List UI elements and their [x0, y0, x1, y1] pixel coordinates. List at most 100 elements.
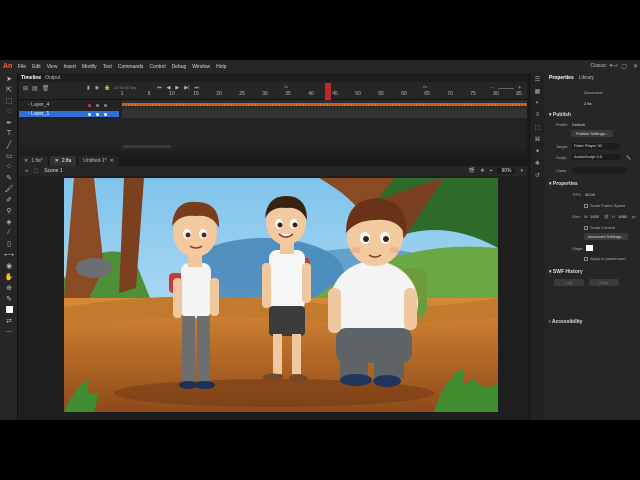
menu-edit[interactable]: Edit [32, 64, 41, 70]
layer-frames[interactable] [122, 100, 527, 109]
accessibility-heading[interactable]: › Accessibility [549, 319, 582, 325]
menu-text[interactable]: Text [103, 64, 112, 70]
scale-frame-spans-checkbox[interactable]: Scale Frame Spans [584, 203, 625, 208]
subselection-tool-icon[interactable]: ⇱ [0, 84, 18, 95]
swf-history-heading[interactable]: ▾ SWF History [549, 269, 583, 275]
menu-window[interactable]: Window [192, 64, 210, 70]
eyedropper-icon[interactable]: ⁄ [0, 227, 18, 238]
stage-color-swatch[interactable] [586, 245, 593, 251]
layer-row[interactable]: ▫ Layer_4 [19, 100, 527, 109]
profile-value[interactable]: Default [572, 122, 585, 127]
highlight-icon[interactable]: ▮ [87, 85, 90, 91]
edit-scene-icon[interactable]: 🎬 [469, 168, 475, 174]
width-tool-icon[interactable]: ⟷ [0, 249, 18, 260]
menu-help[interactable]: Help [216, 64, 226, 70]
minimize-icon[interactable]: – [612, 63, 615, 70]
menu-file[interactable]: File [18, 64, 26, 70]
tab-output[interactable]: Output [45, 75, 60, 81]
visibility-dot-icon[interactable] [96, 103, 99, 107]
edit-symbol-icon[interactable]: ❖ [480, 168, 484, 174]
bone-tool-icon[interactable]: ⚲ [0, 205, 18, 216]
center-stage-icon[interactable]: ⌖ [490, 168, 493, 174]
highlight-dot-icon[interactable] [88, 103, 91, 107]
checkbox[interactable] [584, 256, 588, 261]
text-tool-icon[interactable]: T [0, 128, 18, 139]
pen-icon[interactable]: ✒ [0, 117, 18, 128]
target-select[interactable]: Flash Player 30 [572, 143, 620, 149]
oval-tool-icon[interactable]: ○ [0, 161, 18, 172]
menu-commands[interactable]: Commands [118, 64, 144, 70]
components-icon[interactable]: ❖ [530, 157, 545, 169]
layer-name[interactable]: ▫ Layer_1 [19, 110, 119, 117]
publish-heading[interactable]: ▾ Publish [549, 112, 571, 118]
align-icon[interactable]: ≡ [530, 109, 545, 121]
fps-value[interactable]: 30.00 [585, 192, 595, 197]
zoom-icon[interactable]: ⊕ [0, 282, 18, 293]
checkbox[interactable] [584, 203, 588, 208]
menu-control[interactable]: Control [149, 64, 165, 70]
camera-icon[interactable]: ◉ [0, 260, 18, 271]
brush-icon[interactable]: 🖌 [0, 183, 18, 194]
rectangle-tool-icon[interactable]: ▭ [0, 150, 18, 161]
more-tools-icon[interactable]: ⋯ [0, 326, 18, 337]
scale-content-checkbox[interactable]: Scale Content [584, 225, 615, 230]
tab-library[interactable]: Library [579, 75, 594, 81]
properties-icon[interactable]: ☰ [530, 73, 545, 85]
layer-name[interactable]: ▫ Layer_4 [19, 102, 119, 108]
layer-frames[interactable] [122, 109, 527, 118]
lock-dot-icon[interactable] [104, 112, 107, 116]
menu-insert[interactable]: Insert [63, 64, 76, 70]
lock-dot-icon[interactable] [104, 103, 107, 107]
menu-debug[interactable]: Debug [172, 64, 187, 70]
playhead[interactable] [325, 83, 331, 100]
link-icon[interactable]: ⛓ [604, 214, 609, 219]
eye-icon[interactable]: ◉ [95, 85, 99, 91]
paint-bucket-icon[interactable]: ◈ [0, 216, 18, 227]
history-icon[interactable]: ↺ [530, 169, 545, 181]
wrench-icon[interactable]: 🔧 [626, 155, 631, 160]
hand-icon[interactable]: ✋ [0, 271, 18, 282]
stroke-color-icon[interactable]: ✎ [0, 293, 18, 304]
close-icon[interactable]: ✕ [110, 158, 114, 164]
doc-tab-active[interactable]: ✕ 2.fla [49, 156, 77, 166]
visibility-dot-icon[interactable] [96, 112, 99, 116]
doc-tab[interactable]: Untitled-1* ✕ [78, 156, 119, 166]
checkbox[interactable] [584, 225, 588, 230]
paint-brush-icon[interactable]: ✐ [0, 194, 18, 205]
selection-tool-icon[interactable]: ➤ [0, 73, 18, 84]
menu-modify[interactable]: Modify [82, 64, 97, 70]
properties-heading[interactable]: ▾ Properties [549, 181, 578, 187]
doc-tab[interactable]: ✕ 1.fla* [19, 156, 48, 166]
delete-layer-icon[interactable]: 🗑 [42, 85, 50, 92]
line-tool-icon[interactable]: ╱ [0, 139, 18, 150]
eraser-icon[interactable]: ▯ [0, 238, 18, 249]
class-input[interactable] [572, 167, 626, 173]
back-arrow-icon[interactable]: ◂ [25, 168, 28, 174]
actions-icon[interactable]: ⌘ [530, 133, 545, 145]
tab-properties[interactable]: Properties [549, 75, 574, 81]
lock-icon[interactable]: 🔒 [104, 85, 110, 91]
maximize-icon[interactable]: ▢ [621, 63, 627, 70]
free-transform-icon[interactable]: ⬚ [0, 95, 18, 106]
close-icon[interactable]: ✕ [55, 158, 59, 164]
motion-presets-icon[interactable]: ✦ [530, 145, 545, 157]
zoom-level[interactable]: 90% [497, 168, 516, 174]
log-button[interactable]: Log [554, 279, 584, 286]
highlight-dot-icon[interactable] [88, 112, 91, 116]
publish-settings-button[interactable]: Publish Settings... [571, 130, 613, 137]
height-value[interactable]: 1080 [618, 214, 627, 219]
close-icon[interactable]: ✕ [633, 63, 638, 70]
color-icon[interactable]: ◐ [530, 97, 545, 109]
width-value[interactable]: 1920 [590, 214, 599, 219]
close-icon[interactable]: ✕ [24, 158, 28, 164]
tab-timeline[interactable]: Timeline [21, 75, 41, 81]
timeline-zoom-slider[interactable] [498, 88, 515, 89]
new-folder-icon[interactable]: ▤ [32, 85, 38, 92]
timeline-scrollbar[interactable] [123, 145, 171, 148]
menu-view[interactable]: View [47, 64, 58, 70]
library-icon[interactable]: ▦ [530, 85, 545, 97]
apply-pasteboard-checkbox[interactable]: Apply to pasteboard [584, 256, 626, 261]
transform-icon[interactable]: ⬚ [530, 121, 545, 133]
stage-canvas[interactable] [64, 178, 498, 412]
new-layer-icon[interactable]: ⊞ [23, 85, 28, 92]
